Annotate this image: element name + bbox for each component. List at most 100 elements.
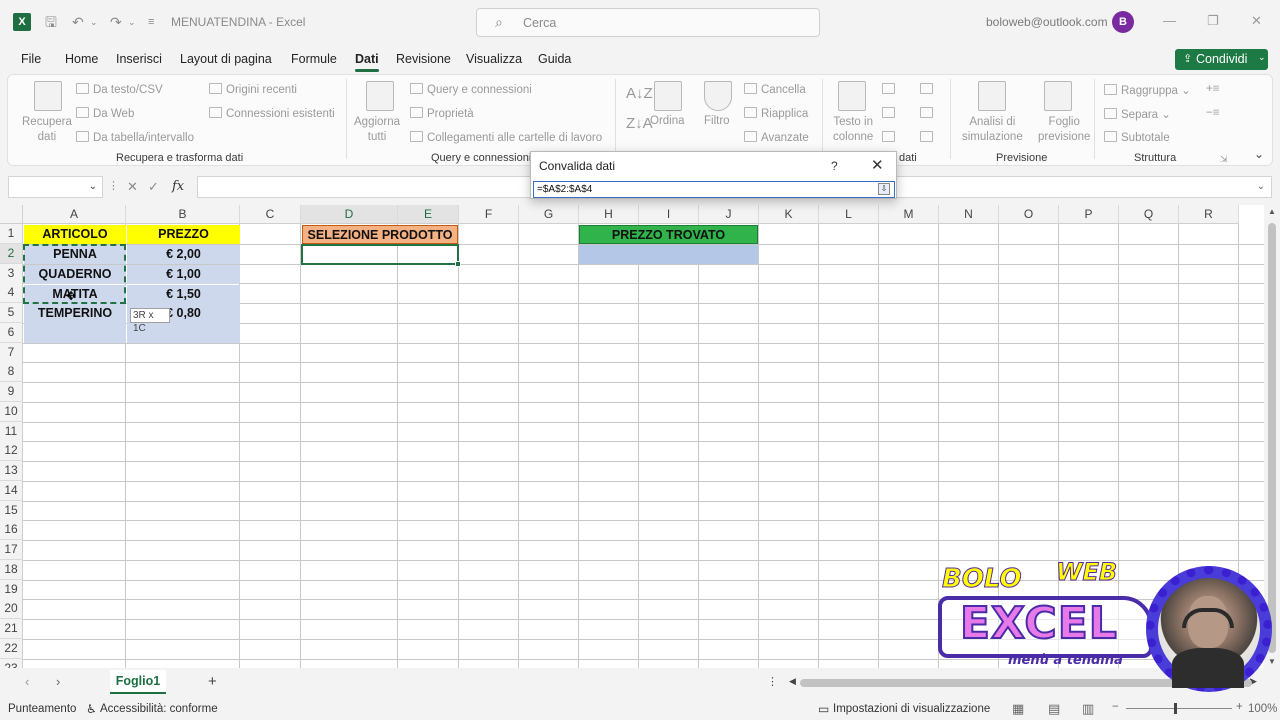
row-header-20[interactable]: 20 xyxy=(0,599,23,620)
header-prezzo[interactable]: PREZZO xyxy=(127,225,240,244)
row-header-1[interactable]: 1 xyxy=(0,224,23,244)
column-header-q[interactable]: Q xyxy=(1119,205,1179,224)
column-header-k[interactable]: K xyxy=(759,205,819,224)
advanced-filter-button[interactable]: Avanzate xyxy=(744,131,809,144)
column-header-b[interactable]: B xyxy=(126,205,240,224)
name-box[interactable]: ⌄ xyxy=(8,176,103,198)
tab-split-icon[interactable]: ⋮ xyxy=(767,675,778,688)
row-header-18[interactable]: 18 xyxy=(0,559,23,580)
next-sheet-icon[interactable]: › xyxy=(56,674,60,689)
header-prezzo-trovato[interactable]: PREZZO TROVATO xyxy=(579,225,758,244)
column-header-n[interactable]: N xyxy=(939,205,999,224)
from-table-button[interactable]: Da tabella/intervallo xyxy=(76,131,194,144)
from-text-csv-button[interactable]: Da testo/CSV xyxy=(76,83,163,96)
zoom-out-icon[interactable]: − xyxy=(1112,701,1119,713)
add-sheet-icon[interactable]: + xyxy=(208,673,217,690)
row-header-3[interactable]: 3 xyxy=(0,263,23,284)
help-button[interactable]: ? xyxy=(831,159,838,173)
page-break-view-icon[interactable]: ▥ xyxy=(1082,701,1094,717)
column-header-o[interactable]: O xyxy=(999,205,1059,224)
undo-dropdown-icon[interactable]: ⌄ xyxy=(90,14,98,30)
close-dialog-button[interactable]: ✕ xyxy=(871,156,884,174)
display-settings[interactable]: Impostazioni di visualizzazione xyxy=(833,703,990,715)
get-data-button[interactable]: Recupera dati xyxy=(22,115,72,145)
expand-formula-icon[interactable]: ⌄ xyxy=(1257,181,1265,192)
properties-button[interactable]: Proprietà xyxy=(410,107,474,120)
accessibility-status[interactable]: Accessibilità: conforme xyxy=(100,703,218,715)
row-header-11[interactable]: 11 xyxy=(0,421,23,442)
dialog-launcher-icon[interactable]: ⇲ xyxy=(1220,154,1228,165)
filter-button[interactable]: Filtro xyxy=(704,115,730,127)
show-detail-icon[interactable]: +≡ xyxy=(1206,83,1219,95)
existing-connections-button[interactable]: Connessioni esistenti xyxy=(209,107,335,120)
column-header-h[interactable]: H xyxy=(579,205,639,224)
zoom-slider[interactable] xyxy=(1126,708,1232,709)
row-header-22[interactable]: 22 xyxy=(0,638,23,659)
from-web-button[interactable]: Da Web xyxy=(76,107,134,120)
row-header-5[interactable]: 5 xyxy=(0,303,23,323)
reapply-button[interactable]: Riapplica xyxy=(744,107,808,120)
column-header-p[interactable]: P xyxy=(1059,205,1119,224)
column-header-i[interactable]: I xyxy=(639,205,699,224)
cancel-icon[interactable]: ✕ xyxy=(127,179,138,195)
column-header-g[interactable]: G xyxy=(519,205,579,224)
normal-view-icon[interactable]: ▦ xyxy=(1012,701,1024,717)
header-articolo[interactable]: ARTICOLO xyxy=(24,225,126,244)
sort-button[interactable]: Ordina xyxy=(650,115,685,127)
tab-revisione[interactable]: Revisione xyxy=(396,52,451,66)
data-validation-icon[interactable] xyxy=(882,131,899,144)
customize-toolbar-icon[interactable]: ≡ xyxy=(148,14,154,30)
scroll-left-icon[interactable]: ◀ xyxy=(789,676,796,687)
zoom-in-icon[interactable]: + xyxy=(1236,701,1243,713)
cell-prezzo-2[interactable]: € 1,00 xyxy=(127,265,240,284)
display-settings-icon[interactable]: ▭ xyxy=(818,702,829,716)
tab-formule[interactable]: Formule xyxy=(291,52,337,66)
row-header-17[interactable]: 17 xyxy=(0,540,23,560)
row-header-4[interactable]: 4 xyxy=(0,283,23,304)
scroll-up-icon[interactable]: ▲ xyxy=(1268,207,1276,216)
row-header-7[interactable]: 7 xyxy=(0,342,23,363)
search-box[interactable]: ⌕ Cerca xyxy=(476,8,820,37)
close-window-icon[interactable]: ✕ xyxy=(1251,13,1262,29)
column-header-f[interactable]: F xyxy=(459,205,519,224)
row-header-8[interactable]: 8 xyxy=(0,362,23,383)
column-header-a[interactable]: A xyxy=(23,205,126,224)
column-header-m[interactable]: M xyxy=(879,205,939,224)
tab-guida[interactable]: Guida xyxy=(538,52,571,66)
recent-sources-button[interactable]: Origini recenti xyxy=(209,83,297,96)
cell-prezzo-1[interactable]: € 2,00 xyxy=(127,245,240,264)
redo-icon[interactable]: ↷ xyxy=(110,14,122,30)
save-icon[interactable]: 🖫 xyxy=(45,14,57,30)
row-header-16[interactable]: 16 xyxy=(0,520,23,541)
restore-icon[interactable]: ❐ xyxy=(1207,13,1219,29)
what-if-analysis-button[interactable]: Analisi di simulazione xyxy=(962,115,1023,145)
data-model-icon[interactable] xyxy=(920,131,937,144)
column-header-r[interactable]: R xyxy=(1179,205,1239,224)
collapse-ribbon-icon[interactable]: ⌄ xyxy=(1254,147,1264,161)
row-header-10[interactable]: 10 xyxy=(0,401,23,422)
page-layout-view-icon[interactable]: ▤ xyxy=(1048,701,1060,717)
subtotal-button[interactable]: Subtotale xyxy=(1104,131,1170,144)
sort-descending-icon[interactable]: Z↓A xyxy=(626,115,653,132)
tab-file[interactable]: File xyxy=(21,52,41,66)
column-header-e[interactable]: E xyxy=(398,205,459,224)
insert-function-icon[interactable]: fx xyxy=(172,179,184,194)
cell-articolo-4[interactable]: TEMPERINO xyxy=(24,304,126,324)
undo-icon[interactable]: ↶ xyxy=(72,14,84,30)
source-range-input[interactable]: =$A$2:$A$4 ⇩ xyxy=(533,181,895,198)
row-header-19[interactable]: 19 xyxy=(0,579,23,600)
accessibility-icon[interactable]: ♿ xyxy=(86,702,97,716)
header-selezione-prodotto[interactable]: SELEZIONE PRODOTTO xyxy=(302,225,458,244)
cell-prezzo-trovato[interactable] xyxy=(579,245,758,264)
share-button[interactable]: ⇪ Condividi ⌄ xyxy=(1175,49,1268,70)
column-header-d[interactable]: D xyxy=(301,205,398,224)
row-header-14[interactable]: 14 xyxy=(0,480,23,501)
prev-sheet-icon[interactable]: ‹ xyxy=(25,674,29,689)
row-header-21[interactable]: 21 xyxy=(0,619,23,639)
enter-icon[interactable]: ✓ xyxy=(148,179,159,195)
row-header-6[interactable]: 6 xyxy=(0,322,23,343)
fill-handle[interactable] xyxy=(455,261,461,267)
cell-prezzo-3[interactable]: € 1,50 xyxy=(127,285,240,304)
queries-connections-button[interactable]: Query e connessioni xyxy=(410,83,532,96)
text-to-columns-button[interactable]: Testo in colonne xyxy=(833,115,873,145)
